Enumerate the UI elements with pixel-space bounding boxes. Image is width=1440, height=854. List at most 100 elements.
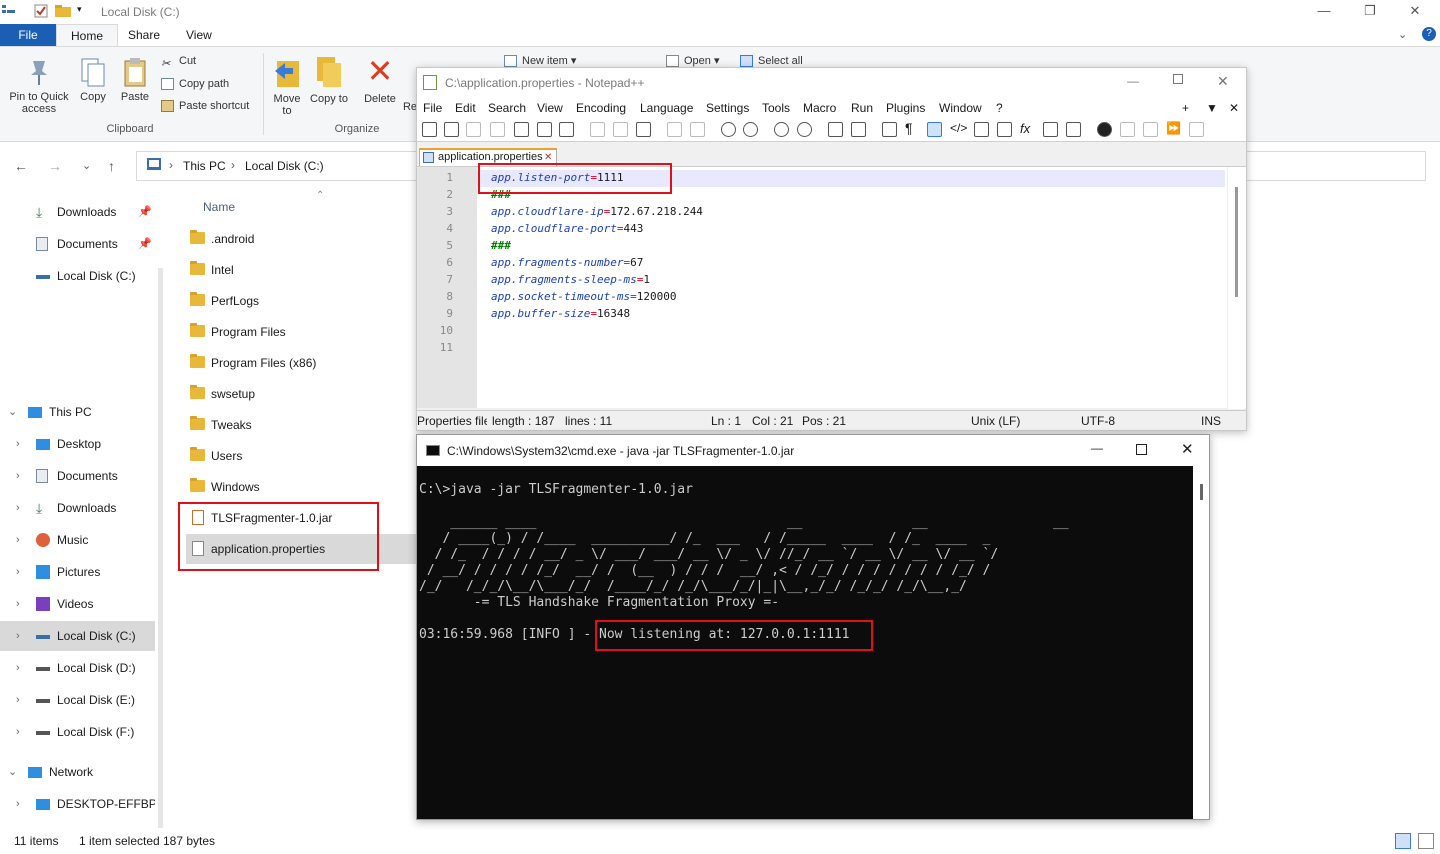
menu-macro[interactable]: Macro [803, 101, 836, 115]
close-file-icon[interactable] [514, 122, 529, 137]
scroll-thumb[interactable] [1200, 484, 1203, 500]
document-map-icon[interactable] [974, 122, 989, 137]
file-item[interactable]: Windows [186, 472, 416, 502]
nav-pictures[interactable]: › Pictures [0, 557, 155, 587]
minimize-button[interactable]: — [1301, 2, 1347, 22]
chevron-down-icon[interactable]: ⌄ [8, 757, 17, 787]
minimize-button[interactable]: — [1091, 441, 1103, 455]
chevron-right-icon[interactable]: › [16, 717, 20, 747]
menu-view[interactable]: View [537, 101, 563, 115]
collapse-ribbon-icon[interactable]: ⌄ [1398, 28, 1407, 41]
nav-local-disk-f[interactable]: › Local Disk (F:) [0, 717, 155, 747]
tab-home[interactable]: Home [56, 24, 119, 46]
file-item[interactable]: Program Files (x86) [186, 348, 416, 378]
paste-button[interactable]: Paste [116, 57, 154, 103]
menu-settings[interactable]: Settings [706, 101, 749, 115]
play-macro-icon[interactable] [1143, 122, 1158, 137]
copy-to-button[interactable]: Copy to [310, 55, 348, 105]
tab-view[interactable]: View [172, 24, 226, 46]
nav-desktop[interactable]: › Desktop [0, 429, 155, 459]
copy-icon[interactable] [613, 122, 628, 137]
large-icons-view-icon[interactable] [1418, 833, 1434, 849]
new-file-icon[interactable] [422, 122, 437, 137]
nav-documents[interactable]: › Documents [0, 461, 155, 491]
menu-plugins[interactable]: Plugins [886, 101, 925, 115]
monitoring-icon[interactable] [1066, 122, 1081, 137]
chevron-right-icon[interactable]: › [16, 789, 20, 819]
nav-local-disk-e[interactable]: › Local Disk (E:) [0, 685, 155, 715]
close-button[interactable]: ✕ [1392, 2, 1438, 22]
save-icon[interactable] [466, 122, 481, 137]
function-list-icon[interactable]: fx [1020, 122, 1035, 137]
nav-videos[interactable]: › Videos [0, 589, 155, 619]
paste-icon[interactable] [636, 122, 651, 137]
editor-area[interactable]: 1 app.listen-port=1111 2 ### 3 app.cloudflare… [417, 166, 1246, 409]
nav-scrollbar[interactable] [158, 268, 163, 828]
find-icon[interactable] [721, 122, 736, 137]
chevron-right-icon[interactable]: › [16, 589, 20, 619]
menu-run[interactable]: Run [851, 101, 873, 115]
chevron-right-icon[interactable]: › [16, 621, 20, 651]
chevron-right-icon[interactable]: › [16, 685, 20, 715]
nav-quick-documents[interactable]: Documents 📌 [0, 229, 155, 259]
close-all-icon[interactable] [537, 122, 552, 137]
chevron-right-icon[interactable]: › [16, 461, 20, 491]
menu-language[interactable]: Language [640, 101, 693, 115]
forward-arrow-icon[interactable]: → [48, 158, 62, 174]
nav-network[interactable]: ⌄ Network [0, 757, 155, 787]
nav-downloads[interactable]: › ⤓ Downloads [0, 493, 155, 523]
replace-icon[interactable] [743, 122, 758, 137]
nav-quick-downloads[interactable]: ⤓ Downloads 📌 [0, 197, 155, 227]
copy-button[interactable]: Copy [76, 57, 110, 103]
maximize-button[interactable] [1173, 74, 1183, 84]
tab-file[interactable]: File [0, 24, 56, 46]
menu-help[interactable]: ? [996, 101, 1003, 115]
console-output[interactable]: C:\>java -jar TLSFragmenter-1.0.jar ____… [417, 466, 1193, 819]
recent-locations-icon[interactable]: ⌄ [82, 159, 91, 172]
close-button[interactable]: ✕ [1217, 73, 1229, 90]
help-icon[interactable]: ? [1422, 27, 1436, 41]
new-folder-icon[interactable] [55, 4, 71, 18]
file-item[interactable]: PerfLogs [186, 286, 416, 316]
up-arrow-icon[interactable]: ↑ [108, 158, 115, 174]
copy-path-button[interactable]: Copy path [161, 75, 229, 93]
file-item[interactable]: Tweaks [186, 410, 416, 440]
sync-horizontal-icon[interactable] [851, 122, 866, 137]
nav-this-pc[interactable]: ⌄ This PC [0, 397, 155, 427]
undo-icon[interactable] [667, 122, 682, 137]
minimize-button[interactable]: — [1127, 74, 1139, 88]
file-item[interactable]: Intel [186, 255, 416, 285]
cut-button[interactable]: ✂ Cut [161, 52, 196, 70]
maximize-button[interactable]: ❐ [1347, 2, 1393, 22]
file-item[interactable]: swsetup [186, 379, 416, 409]
open-file-icon[interactable] [444, 122, 459, 137]
new-tab-icon[interactable]: + [1182, 101, 1189, 115]
back-arrow-icon[interactable]: ← [14, 158, 28, 174]
chevron-right-icon[interactable]: › [16, 557, 20, 587]
run-macro-multiple-icon[interactable]: ⏩ [1166, 122, 1181, 137]
chevron-down-icon[interactable]: ⌄ [8, 397, 17, 427]
maximize-button[interactable] [1136, 444, 1147, 455]
customize-toolbar-icon[interactable]: ▾ [77, 4, 91, 18]
folder-workspace-icon[interactable] [1043, 122, 1058, 137]
move-to-button[interactable]: Move to [270, 55, 304, 117]
menu-search[interactable]: Search [488, 101, 526, 115]
record-macro-icon[interactable] [1097, 122, 1112, 137]
menu-encoding[interactable]: Encoding [576, 101, 626, 115]
save-all-icon[interactable] [490, 122, 505, 137]
tab-share[interactable]: Share [114, 24, 174, 46]
sync-vertical-icon[interactable] [828, 122, 843, 137]
paste-shortcut-button[interactable]: Paste shortcut [161, 97, 249, 115]
stop-macro-icon[interactable] [1120, 122, 1135, 137]
console-scrollbar[interactable] [1193, 466, 1209, 819]
chevron-right-icon[interactable]: › [16, 525, 20, 555]
menu-file[interactable]: File [423, 101, 442, 115]
chevron-right-icon[interactable]: › [16, 493, 20, 523]
tab-list-icon[interactable]: ▼ [1206, 101, 1218, 115]
details-view-icon[interactable] [1395, 833, 1411, 849]
editor-scrollbar[interactable] [1227, 167, 1245, 409]
file-item[interactable]: Program Files [186, 317, 416, 347]
nav-local-disk-c[interactable]: › Local Disk (C:) [0, 621, 155, 651]
save-macro-icon[interactable] [1189, 122, 1204, 137]
nav-desktop-pc[interactable]: ›DESKTOP-EFFBP37 [0, 789, 155, 819]
